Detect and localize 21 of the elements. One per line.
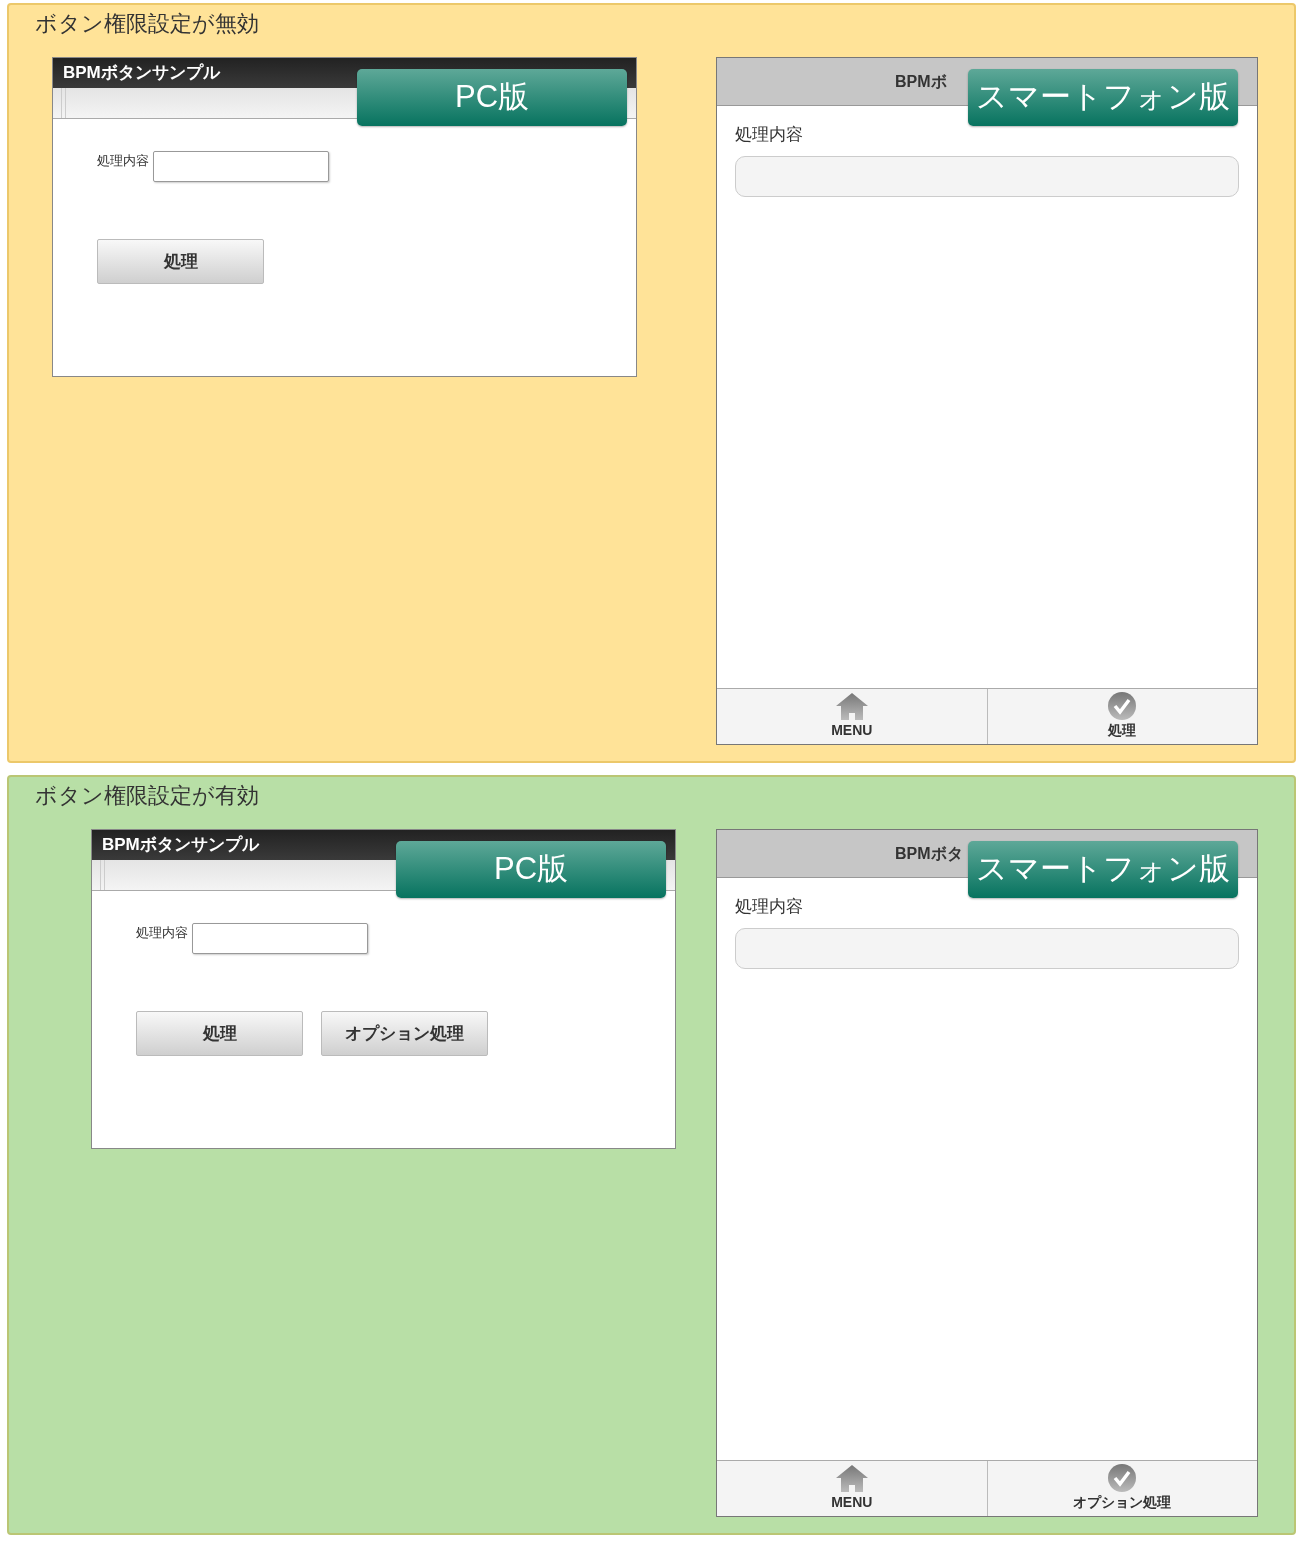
version-label: PC版 (396, 841, 666, 898)
field-label: 処理内容 (97, 152, 149, 170)
action-button[interactable]: オプション処理 (321, 1011, 488, 1056)
house-icon (835, 1465, 868, 1492)
action-button[interactable]: 処理 (136, 1011, 303, 1056)
version-label: スマートフォン版 (968, 841, 1238, 898)
input-field[interactable] (192, 923, 368, 954)
section-title: ボタン権限設定が無効 (35, 10, 260, 38)
field-label: 処理内容 (735, 896, 804, 918)
field-label: 処理内容 (735, 124, 804, 146)
version-label: PC版 (357, 69, 627, 126)
section-title: ボタン権限設定が有効 (35, 782, 260, 810)
check-circle-icon (1108, 1464, 1137, 1492)
check-circle-icon (1108, 692, 1137, 720)
input-field[interactable] (735, 927, 1239, 969)
action-button[interactable]: 処理 (97, 239, 264, 284)
input-field[interactable] (153, 151, 329, 182)
input-field[interactable] (735, 155, 1239, 197)
house-icon (835, 693, 868, 720)
field-label: 処理内容 (136, 924, 188, 942)
version-label: スマートフォン版 (968, 69, 1238, 126)
